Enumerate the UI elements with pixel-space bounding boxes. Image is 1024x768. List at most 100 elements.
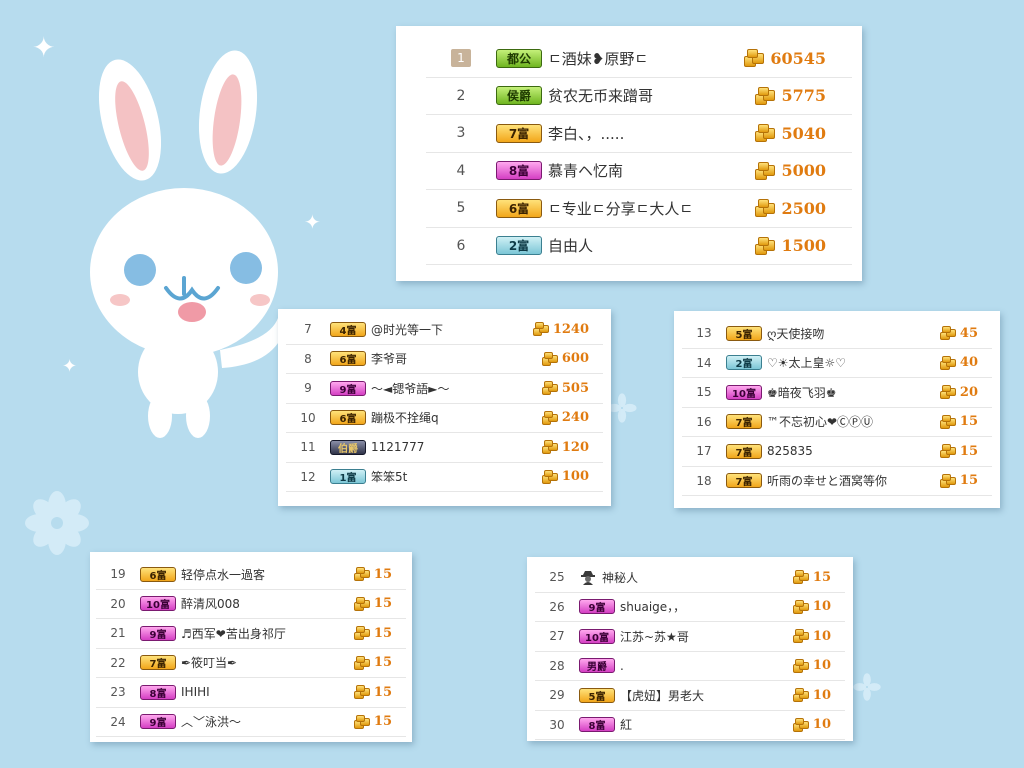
- coin-amount: 15: [892, 444, 992, 459]
- rank-number: 8: [304, 351, 312, 366]
- user-name[interactable]: 笨笨5t: [371, 468, 503, 485]
- ranking-row[interactable]: 17 7富 825835 15: [682, 437, 992, 467]
- rank-number: 11: [300, 440, 316, 455]
- ranking-row[interactable]: 14 2富 ♡☀太上皇☼♡ 40: [682, 349, 992, 378]
- rank-badge: 1富: [330, 469, 366, 485]
- coin-amount-value: 15: [373, 625, 392, 641]
- ranking-row[interactable]: 27 10富 江苏~苏★哥 10: [535, 622, 845, 652]
- user-name[interactable]: 1121777: [371, 440, 503, 454]
- user-name[interactable]: ღ天使接吻: [767, 325, 892, 342]
- user-name[interactable]: ♚暗夜飞羽♚: [767, 384, 892, 401]
- gold-coin-stack-icon: [532, 322, 549, 337]
- coin-amount-value: 20: [959, 384, 978, 400]
- user-name[interactable]: 神秘人: [602, 569, 745, 586]
- gold-coin-stack-icon: [939, 326, 956, 341]
- user-name[interactable]: 听雨の幸せと酒窝等你: [767, 472, 892, 489]
- coin-amount-value: 15: [373, 714, 392, 730]
- rank-number: 28: [549, 658, 565, 673]
- user-name[interactable]: 贫农无币来蹭哥: [548, 85, 696, 106]
- coin-amount-value: 15: [373, 655, 392, 671]
- coin-amount: 2500: [696, 199, 852, 218]
- user-name[interactable]: 蹦极不拴绳q: [371, 409, 503, 426]
- user-name[interactable]: 江苏~苏★哥: [620, 628, 745, 645]
- user-name[interactable]: ︿﹀泳洪～: [181, 713, 306, 730]
- gold-coin-stack-icon: [755, 236, 776, 255]
- ranking-row[interactable]: 7 4富 @时光等一下 1240: [286, 315, 603, 345]
- user-name[interactable]: shuaige，，: [620, 598, 745, 615]
- rank-badge: 都公: [496, 48, 542, 68]
- ranking-row[interactable]: 29 5富 【虎妞】男老大 10: [535, 681, 845, 711]
- rank-number: 29: [549, 688, 565, 703]
- rank-badge: 2富: [726, 355, 762, 371]
- ranking-row[interactable]: 2 侯爵 贫农无币来蹭哥 5775: [426, 78, 852, 115]
- coin-amount-value: 15: [959, 443, 978, 459]
- rank-badge: 5富: [726, 325, 762, 341]
- user-name[interactable]: 轻停点水一過客: [181, 566, 306, 583]
- coin-amount-value: 60545: [770, 48, 826, 68]
- ranking-row[interactable]: 11 伯爵 1121777 120: [286, 433, 603, 463]
- ranking-row[interactable]: 3 7富 李白、，..... 5040: [426, 115, 852, 153]
- user-name[interactable]: 李白、，.....: [548, 123, 696, 144]
- rank-number: 9: [304, 381, 312, 396]
- ranking-row[interactable]: 24 9富 ︿﹀泳洪～ 15: [96, 708, 406, 737]
- rank-number-highlight: 1: [451, 49, 471, 68]
- ranking-row[interactable]: 12 1富 笨笨5t 100: [286, 463, 603, 492]
- user-name[interactable]: ～◄锶爷語►～: [371, 380, 503, 397]
- user-name[interactable]: @时光等一下: [371, 321, 503, 338]
- coin-amount: 15: [306, 685, 406, 700]
- ranking-row[interactable]: 10 6富 蹦极不拴绳q 240: [286, 404, 603, 433]
- ranking-row[interactable]: 6 2富 自由人 1500: [426, 228, 852, 265]
- ranking-row[interactable]: 28 男爵. 10: [535, 652, 845, 681]
- ranking-row[interactable]: 25 神秘人 15: [535, 563, 845, 593]
- ranking-row[interactable]: 13 5富 ღ天使接吻 45: [682, 319, 992, 349]
- user-name[interactable]: 825835: [767, 444, 892, 458]
- gold-coin-stack-icon: [541, 351, 558, 366]
- rank-badge: 8富: [496, 161, 542, 181]
- coin-amount: 5040: [696, 124, 852, 143]
- ranking-row[interactable]: 1 都公 ㄷ酒妹❥原野ㄷ 60545: [426, 40, 852, 78]
- user-name[interactable]: 李爷哥: [371, 350, 503, 367]
- ranking-row[interactable]: 20 10富 醉清风008 15: [96, 590, 406, 619]
- user-name[interactable]: ♬西军❤苦出身祁厅: [181, 625, 306, 642]
- user-name[interactable]: ㄷ专业ㄷ分享ㄷ大人ㄷ: [548, 198, 696, 219]
- rank-badge: 6富: [330, 410, 366, 426]
- rank-badge: 6富: [140, 566, 176, 582]
- rank-number: 13: [696, 326, 712, 341]
- ranking-row[interactable]: 26 9富 shuaige，， 10: [535, 593, 845, 622]
- ranking-row[interactable]: 22 7富 ✒筱叮当✒ 15: [96, 649, 406, 678]
- ranking-row[interactable]: 15 10富 ♚暗夜飞羽♚ 20: [682, 378, 992, 408]
- coin-amount: 15: [892, 414, 992, 429]
- user-name[interactable]: ♡☀太上皇☼♡: [767, 354, 892, 371]
- ranking-row[interactable]: 18 7富 听雨の幸せと酒窝等你 15: [682, 467, 992, 496]
- ranking-row[interactable]: 8 6富 李爷哥 600: [286, 345, 603, 374]
- user-name[interactable]: IHIHI: [181, 685, 306, 699]
- coin-amount-value: 5000: [781, 161, 826, 181]
- ranking-row[interactable]: 21 9富 ♬西军❤苦出身祁厅 15: [96, 619, 406, 649]
- gold-coin-stack-icon: [939, 355, 956, 370]
- coin-amount-value: 15: [959, 473, 978, 489]
- user-name[interactable]: .: [620, 659, 745, 673]
- coin-amount: 1500: [696, 236, 852, 255]
- rank-number: 7: [304, 322, 312, 337]
- user-name[interactable]: 自由人: [548, 235, 696, 256]
- ranking-row[interactable]: 30 8富紅 10: [535, 711, 845, 740]
- user-name[interactable]: 紅: [620, 716, 745, 733]
- coin-amount: 40: [892, 355, 992, 370]
- ranking-row[interactable]: 23 8富 IHIHI 15: [96, 678, 406, 708]
- ranking-row[interactable]: 4 8富 慕青ヘ忆南 5000: [426, 153, 852, 190]
- user-name[interactable]: ㄷ酒妹❥原野ㄷ: [548, 48, 696, 69]
- coin-amount: 100: [503, 469, 603, 484]
- rank-number: 16: [696, 414, 712, 429]
- user-name[interactable]: 慕青ヘ忆南: [548, 160, 696, 181]
- user-name[interactable]: 醉清风008: [181, 595, 306, 612]
- ranking-row[interactable]: 9 9富 ～◄锶爷語►～ 505: [286, 374, 603, 404]
- user-name[interactable]: 【虎妞】男老大: [620, 687, 745, 704]
- ranking-row[interactable]: 19 6富 轻停点水一過客 15: [96, 560, 406, 590]
- rank-number: 22: [110, 655, 126, 670]
- ranking-row[interactable]: 16 7富 ™不忘初心❤ⒸⓅⓊ 15: [682, 408, 992, 437]
- ranking-list: 7 4富 @时光等一下 1240 8 6富 李爷哥 600 9 9富 ～◄锶爷語►～ 505 10…: [278, 315, 611, 492]
- ranking-row[interactable]: 5 6富 ㄷ专业ㄷ分享ㄷ大人ㄷ 2500: [426, 190, 852, 228]
- user-name[interactable]: ™不忘初心❤ⒸⓅⓊ: [767, 413, 892, 430]
- user-name[interactable]: ✒筱叮当✒: [181, 654, 306, 671]
- gold-coin-stack-icon: [541, 440, 558, 455]
